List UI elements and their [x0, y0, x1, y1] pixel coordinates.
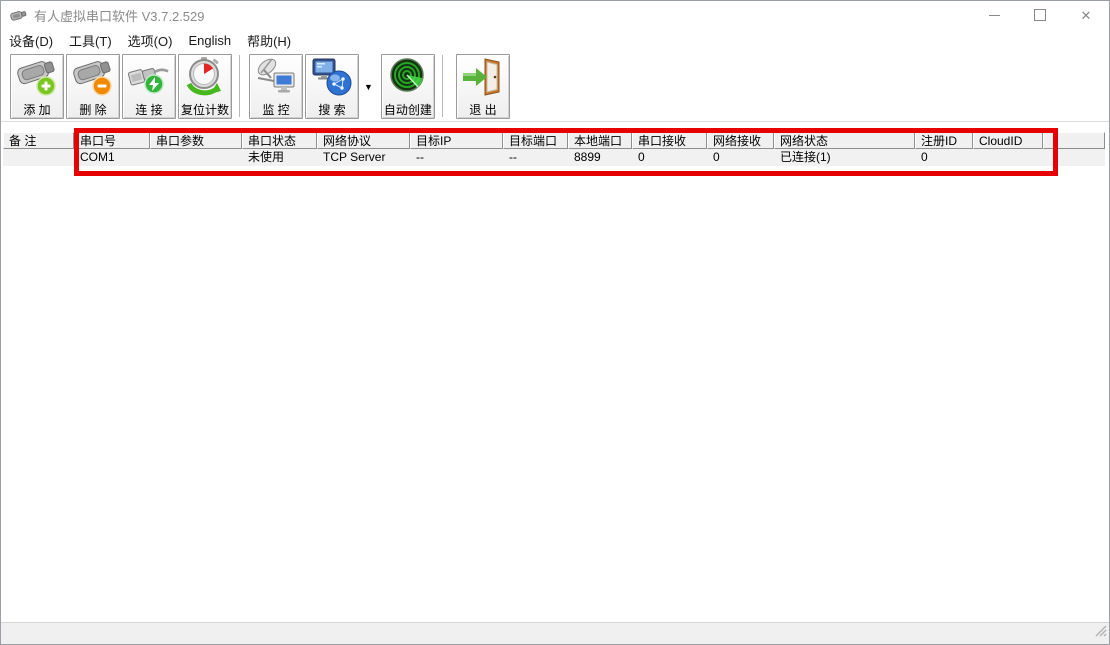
toolbar: 添 加 删 除	[1, 51, 1109, 122]
cell-local-port: 8899	[568, 149, 632, 166]
search-button-label: 搜 索	[318, 103, 345, 118]
cell-reg-id: 0	[915, 149, 973, 166]
connect-button[interactable]: 连 接	[122, 54, 176, 119]
exit-button[interactable]: 退 出	[456, 54, 510, 119]
cell-serial-params	[150, 149, 242, 166]
serial-connector-remove-icon	[71, 56, 115, 103]
exit-button-label: 退 出	[469, 103, 496, 118]
menu-item-english[interactable]: English	[180, 31, 239, 50]
monitor-button-label: 监 控	[262, 103, 289, 118]
column-header-local-port[interactable]: 本地端口	[568, 132, 632, 149]
network-search-icon	[310, 56, 354, 103]
reset-count-button-label: 复位计数	[181, 103, 229, 118]
cell-serial-status: 未使用	[242, 149, 317, 166]
cell-target-ip: --	[410, 149, 503, 166]
auto-create-button[interactable]: 自动创建	[381, 54, 435, 119]
cell-com-port: COM1	[74, 149, 150, 166]
minimize-icon	[989, 15, 1000, 16]
column-header-serial-params[interactable]: 串口参数	[150, 132, 242, 149]
stopwatch-reset-icon	[183, 56, 227, 103]
close-icon: ✕	[1081, 9, 1092, 22]
cell-serial-rx: 0	[632, 149, 707, 166]
menu-item-device[interactable]: 设备(D)	[1, 29, 61, 52]
connector-connect-icon	[127, 56, 171, 103]
reset-count-button[interactable]: 复位计数	[178, 54, 232, 119]
resize-grip[interactable]	[1093, 623, 1107, 642]
menu-bar: 设备(D) 工具(T) 选项(O) English 帮助(H)	[1, 29, 1109, 51]
delete-button[interactable]: 删 除	[66, 54, 120, 119]
column-header-target-port[interactable]: 目标端口	[503, 132, 568, 149]
serial-connector-add-icon	[15, 56, 59, 103]
column-header-target-ip[interactable]: 目标IP	[410, 132, 503, 149]
maximize-icon	[1034, 9, 1046, 21]
cell-remark	[3, 149, 74, 166]
maximize-button[interactable]	[1017, 1, 1063, 29]
column-header-com-port[interactable]: 串口号	[74, 132, 150, 149]
satellite-monitor-icon	[254, 56, 298, 103]
window-title: 有人虚拟串口软件 V3.7.2.529	[34, 6, 205, 25]
close-button[interactable]: ✕	[1063, 1, 1109, 29]
search-dropdown-arrow[interactable]: ▼	[364, 82, 373, 92]
toolbar-separator	[239, 55, 243, 117]
cell-net-status: 已连接(1)	[774, 149, 915, 166]
add-button-label: 添 加	[23, 103, 50, 118]
column-header-reg-id[interactable]: 注册ID	[915, 132, 973, 149]
column-header-serial-status[interactable]: 串口状态	[242, 132, 317, 149]
auto-create-button-label: 自动创建	[384, 103, 432, 118]
menu-item-tools[interactable]: 工具(T)	[61, 29, 120, 52]
column-header-net-rx[interactable]: 网络接收	[707, 132, 774, 149]
minimize-button[interactable]	[971, 1, 1017, 29]
menu-item-help[interactable]: 帮助(H)	[239, 29, 299, 52]
port-list-area: 备 注 串口号 串口参数 串口状态 网络协议 目标IP 目标端口 本地端口 串口…	[1, 122, 1109, 623]
column-header-remark[interactable]: 备 注	[3, 132, 74, 149]
column-header-cloudid[interactable]: CloudID	[973, 132, 1043, 149]
column-header-net-status[interactable]: 网络状态	[774, 132, 915, 149]
status-bar	[1, 622, 1109, 644]
cell-net-rx: 0	[707, 149, 774, 166]
cell-target-port: --	[503, 149, 568, 166]
table-header-row: 备 注 串口号 串口参数 串口状态 网络协议 目标IP 目标端口 本地端口 串口…	[3, 132, 1105, 149]
window-controls: ✕	[971, 1, 1109, 29]
add-button[interactable]: 添 加	[10, 54, 64, 119]
toolbar-separator	[442, 55, 446, 117]
column-header-serial-rx[interactable]: 串口接收	[632, 132, 707, 149]
column-header-filler	[1043, 132, 1105, 149]
search-button[interactable]: 搜 索	[305, 54, 359, 119]
radar-auto-create-icon	[386, 56, 430, 103]
column-header-protocol[interactable]: 网络协议	[317, 132, 410, 149]
title-bar: 有人虚拟串口软件 V3.7.2.529 ✕	[1, 1, 1109, 29]
cell-cloudid	[973, 149, 1043, 166]
exit-door-icon	[461, 56, 505, 103]
connect-button-label: 连 接	[135, 103, 162, 118]
delete-button-label: 删 除	[79, 103, 106, 118]
cell-protocol: TCP Server	[317, 149, 410, 166]
table-row[interactable]: COM1 未使用 TCP Server -- -- 8899 0 0 已连接(1…	[3, 149, 1105, 166]
app-icon	[10, 8, 27, 23]
app-window: 有人虚拟串口软件 V3.7.2.529 ✕ 设备(D) 工具(T) 选项(O) …	[0, 0, 1110, 645]
menu-item-options[interactable]: 选项(O)	[120, 29, 181, 52]
monitor-button[interactable]: 监 控	[249, 54, 303, 119]
